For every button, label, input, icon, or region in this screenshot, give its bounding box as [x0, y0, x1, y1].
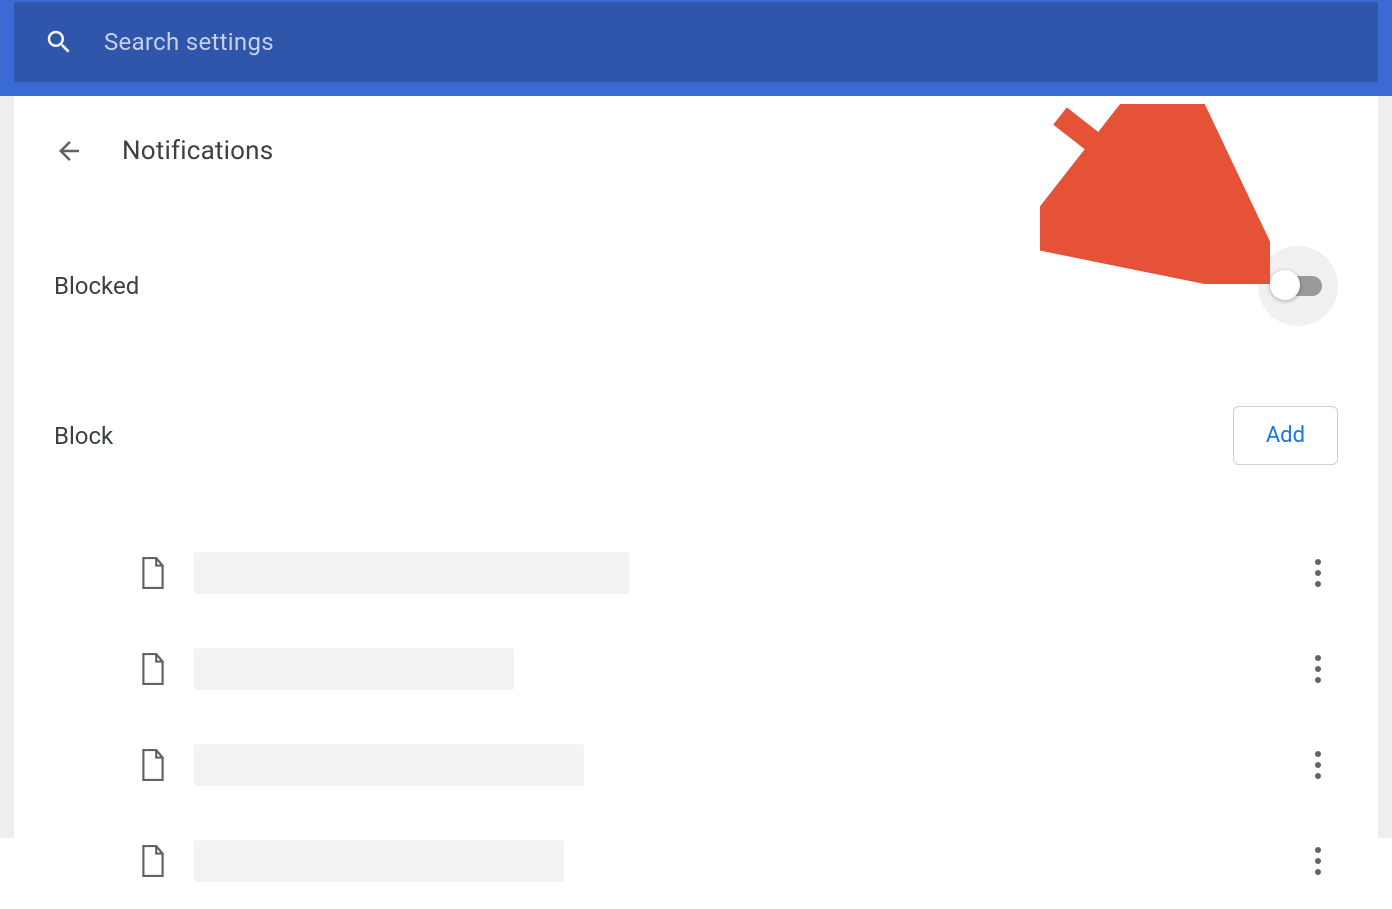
blocked-toggle-row: Blocked [54, 246, 1338, 326]
search-placeholder: Search settings [104, 28, 274, 56]
blocked-label: Blocked [54, 272, 139, 300]
block-site-item [140, 813, 1338, 909]
add-button[interactable]: Add [1233, 406, 1338, 465]
more-options-icon[interactable] [1304, 745, 1332, 785]
page-header: Notifications [54, 136, 1338, 166]
page-title: Notifications [122, 136, 273, 166]
site-placeholder [194, 840, 564, 882]
back-arrow-icon[interactable] [54, 136, 84, 166]
block-site-list [54, 525, 1338, 909]
more-options-icon[interactable] [1304, 841, 1332, 881]
content-wrapper: Notifications Blocked Block Add [0, 96, 1392, 838]
document-icon [140, 653, 166, 685]
block-section-header: Block Add [54, 406, 1338, 465]
content-panel: Notifications Blocked Block Add [14, 96, 1378, 838]
document-icon [140, 845, 166, 877]
site-placeholder [194, 744, 584, 786]
header-bar: Search settings [0, 0, 1392, 96]
block-site-item [140, 525, 1338, 621]
site-placeholder [194, 552, 629, 594]
search-icon [44, 27, 74, 57]
site-placeholder [194, 648, 514, 690]
more-options-icon[interactable] [1304, 649, 1332, 689]
block-site-item [140, 717, 1338, 813]
block-site-item [140, 621, 1338, 717]
document-icon [140, 557, 166, 589]
document-icon [140, 749, 166, 781]
more-options-icon[interactable] [1304, 553, 1332, 593]
blocked-toggle[interactable] [1258, 246, 1338, 326]
block-section-label: Block [54, 422, 113, 450]
search-settings-field[interactable]: Search settings [14, 2, 1378, 82]
